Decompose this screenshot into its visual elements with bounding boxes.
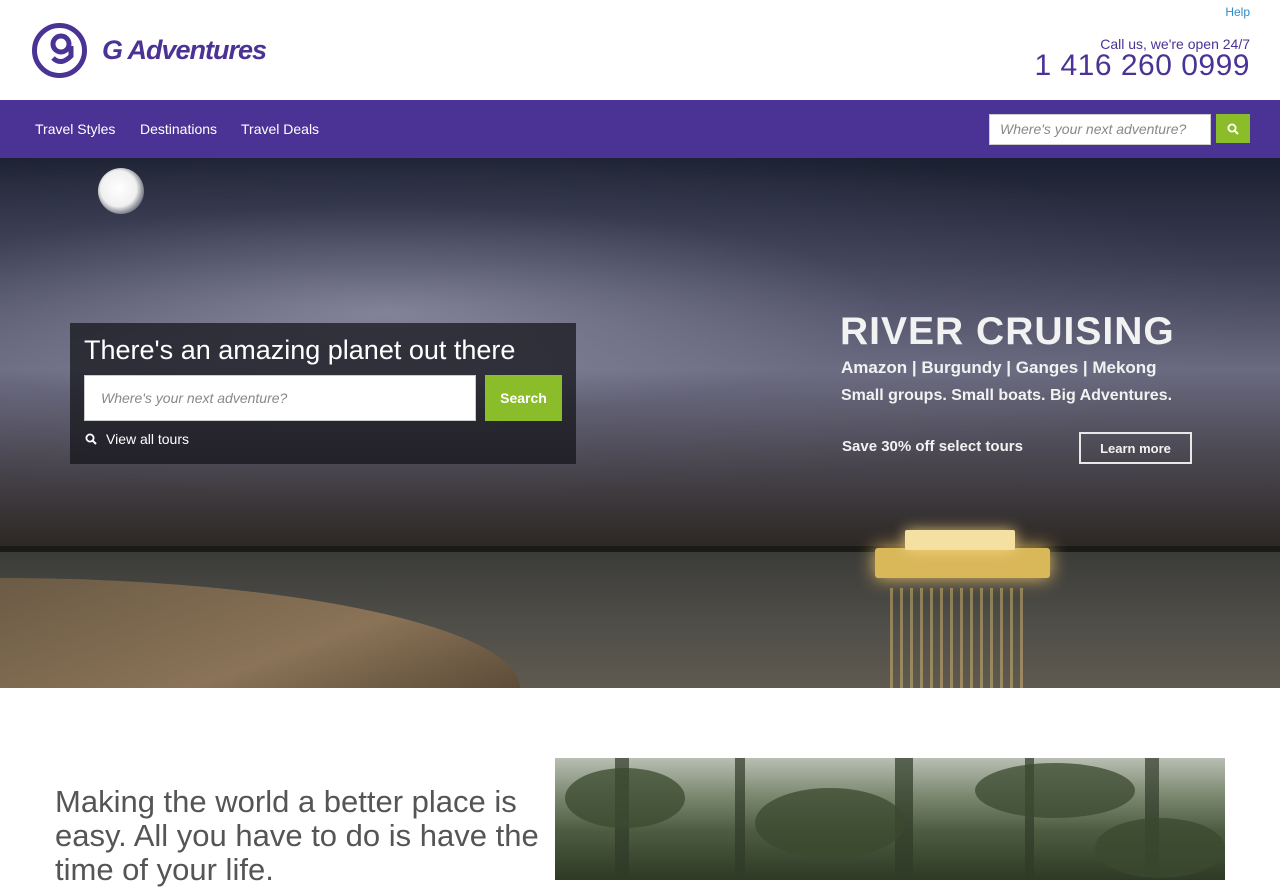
phone-number[interactable]: 1 416 260 0999 (1034, 49, 1250, 83)
boat-reflection (890, 588, 1030, 688)
site-header: G Adventures Help Call us, we're open 24… (0, 0, 1280, 100)
help-link[interactable]: Help (1225, 5, 1250, 19)
mission-tagline: Making the world a better place is easy.… (55, 784, 539, 887)
learn-more-button[interactable]: Learn more (1079, 432, 1192, 464)
g-adventures-logo[interactable]: G Adventures (31, 21, 267, 79)
nav-search-button[interactable] (1216, 114, 1250, 143)
g-logo-icon (32, 22, 87, 78)
nav-item-travel-styles[interactable]: Travel Styles (35, 121, 115, 137)
view-all-tours-label: View all tours (106, 431, 190, 447)
promo-title: RIVER CRUISING (840, 310, 1175, 353)
hero-search-button[interactable]: Search (485, 375, 562, 421)
nav-item-travel-deals[interactable]: Travel Deals (241, 121, 319, 137)
main-nav: Travel Styles Destinations Travel Deals … (0, 100, 1280, 158)
hero-search-input[interactable]: Where's your next adventure? (84, 375, 476, 421)
search-icon (1227, 123, 1239, 135)
forest-image (555, 758, 1225, 880)
hero-banner: There's an amazing planet out there Wher… (0, 158, 1280, 688)
search-icon (85, 433, 97, 445)
river-boat-image (875, 530, 1055, 580)
brand-name: G Adventures (102, 34, 267, 65)
view-all-tours-link[interactable]: View all tours (85, 431, 189, 447)
promo-destinations: Amazon | Burgundy | Ganges | Mekong (841, 358, 1157, 377)
nav-search-input[interactable]: Where's your next adventure? (989, 114, 1211, 145)
hero-title: There's an amazing planet out there (84, 335, 516, 365)
hero-search-panel: There's an amazing planet out there Wher… (70, 323, 576, 464)
promo-offer: Save 30% off select tours (842, 438, 1023, 455)
nav-item-destinations[interactable]: Destinations (140, 121, 217, 137)
promo-tagline: Small groups. Small boats. Big Adventure… (841, 387, 1173, 404)
moon-image (98, 168, 144, 214)
